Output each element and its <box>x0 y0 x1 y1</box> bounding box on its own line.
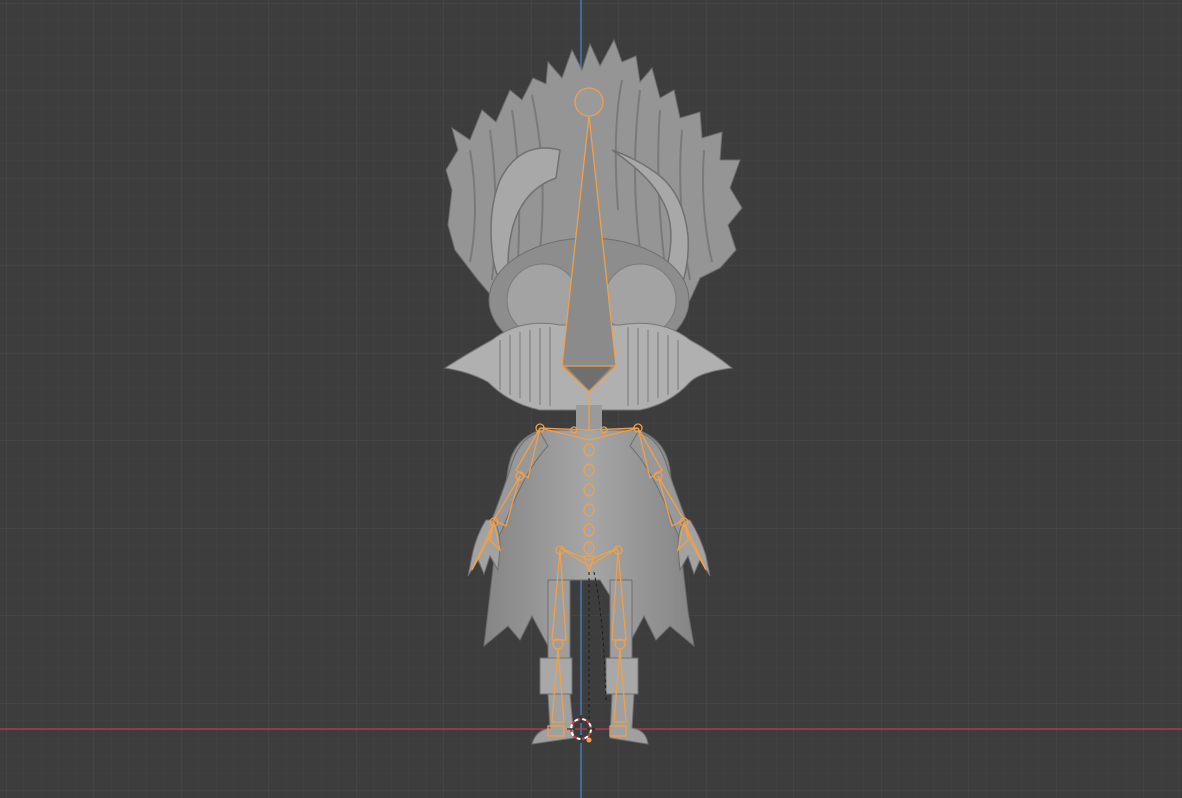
head-bone-tail[interactable] <box>574 87 604 117</box>
3d-viewport[interactable] <box>0 0 1182 798</box>
object-origin-dot <box>586 737 592 743</box>
